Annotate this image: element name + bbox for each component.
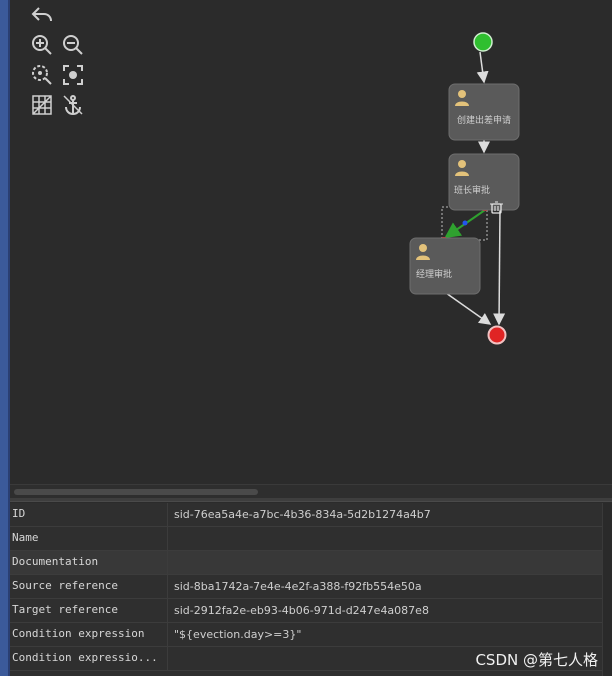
left-border (0, 0, 10, 676)
task-leader[interactable]: 班长审批 (448, 153, 520, 211)
property-row-name[interactable]: Name (10, 527, 602, 551)
property-value[interactable] (170, 527, 590, 551)
process-canvas[interactable]: 创建出差申请 班长审批 经理审批 (10, 0, 612, 484)
property-row-documentation[interactable]: Documentation (10, 551, 602, 575)
property-row-id[interactable]: ID sid-76ea5a4e-a7bc-4b36-834a-5d2b1274a… (10, 503, 602, 527)
vertical-scrollbar[interactable] (602, 503, 612, 676)
property-key: Condition expressio... (10, 647, 168, 671)
property-key: Condition expression (10, 623, 168, 647)
user-icon (458, 160, 466, 168)
property-key: Source reference (10, 575, 168, 599)
property-value[interactable]: sid-8ba1742a-7e4e-4e2f-a388-f92fb554e50a (170, 575, 590, 599)
property-value[interactable] (170, 551, 590, 575)
task-manager[interactable]: 经理审批 (409, 237, 481, 295)
property-key: ID (10, 503, 168, 527)
property-value[interactable]: sid-76ea5a4e-a7bc-4b36-834a-5d2b1274a4b7 (170, 503, 590, 527)
start-event[interactable] (473, 32, 493, 52)
property-row-condition-expression[interactable]: Condition expression "${evection.day>=3}… (10, 623, 602, 647)
property-key: Documentation (10, 551, 168, 575)
flow-manager-to-end[interactable] (445, 292, 492, 325)
task-label: 班长审批 (454, 184, 490, 196)
user-icon (419, 244, 427, 252)
scrollbar-thumb[interactable] (14, 489, 258, 495)
task-label: 创建出差申请 (457, 114, 511, 126)
process-diagram: 创建出差申请 班长审批 经理审批 (409, 32, 520, 345)
user-icon (458, 90, 466, 98)
property-value[interactable]: sid-2912fa2e-eb93-4b06-971d-d247e4a087e8 (170, 599, 590, 623)
flow-midpoint-handle[interactable] (462, 220, 468, 226)
horizontal-scrollbar[interactable] (10, 484, 612, 498)
task-create[interactable]: 创建出差申请 (448, 83, 520, 141)
panel-divider[interactable] (10, 498, 612, 502)
property-value[interactable]: "${evection.day>=3}" (170, 623, 590, 647)
task-label: 经理审批 (416, 268, 452, 280)
property-row-source-reference[interactable]: Source reference sid-8ba1742a-7e4e-4e2f-… (10, 575, 602, 599)
watermark: CSDN @第七人格 (475, 651, 598, 669)
property-row-target-reference[interactable]: Target reference sid-2912fa2e-eb93-4b06-… (10, 599, 602, 623)
property-key: Name (10, 527, 168, 551)
flow-start-to-create[interactable] (476, 51, 489, 84)
flow-leader-to-end[interactable] (493, 209, 506, 326)
property-key: Target reference (10, 599, 168, 623)
end-event[interactable] (487, 325, 507, 345)
